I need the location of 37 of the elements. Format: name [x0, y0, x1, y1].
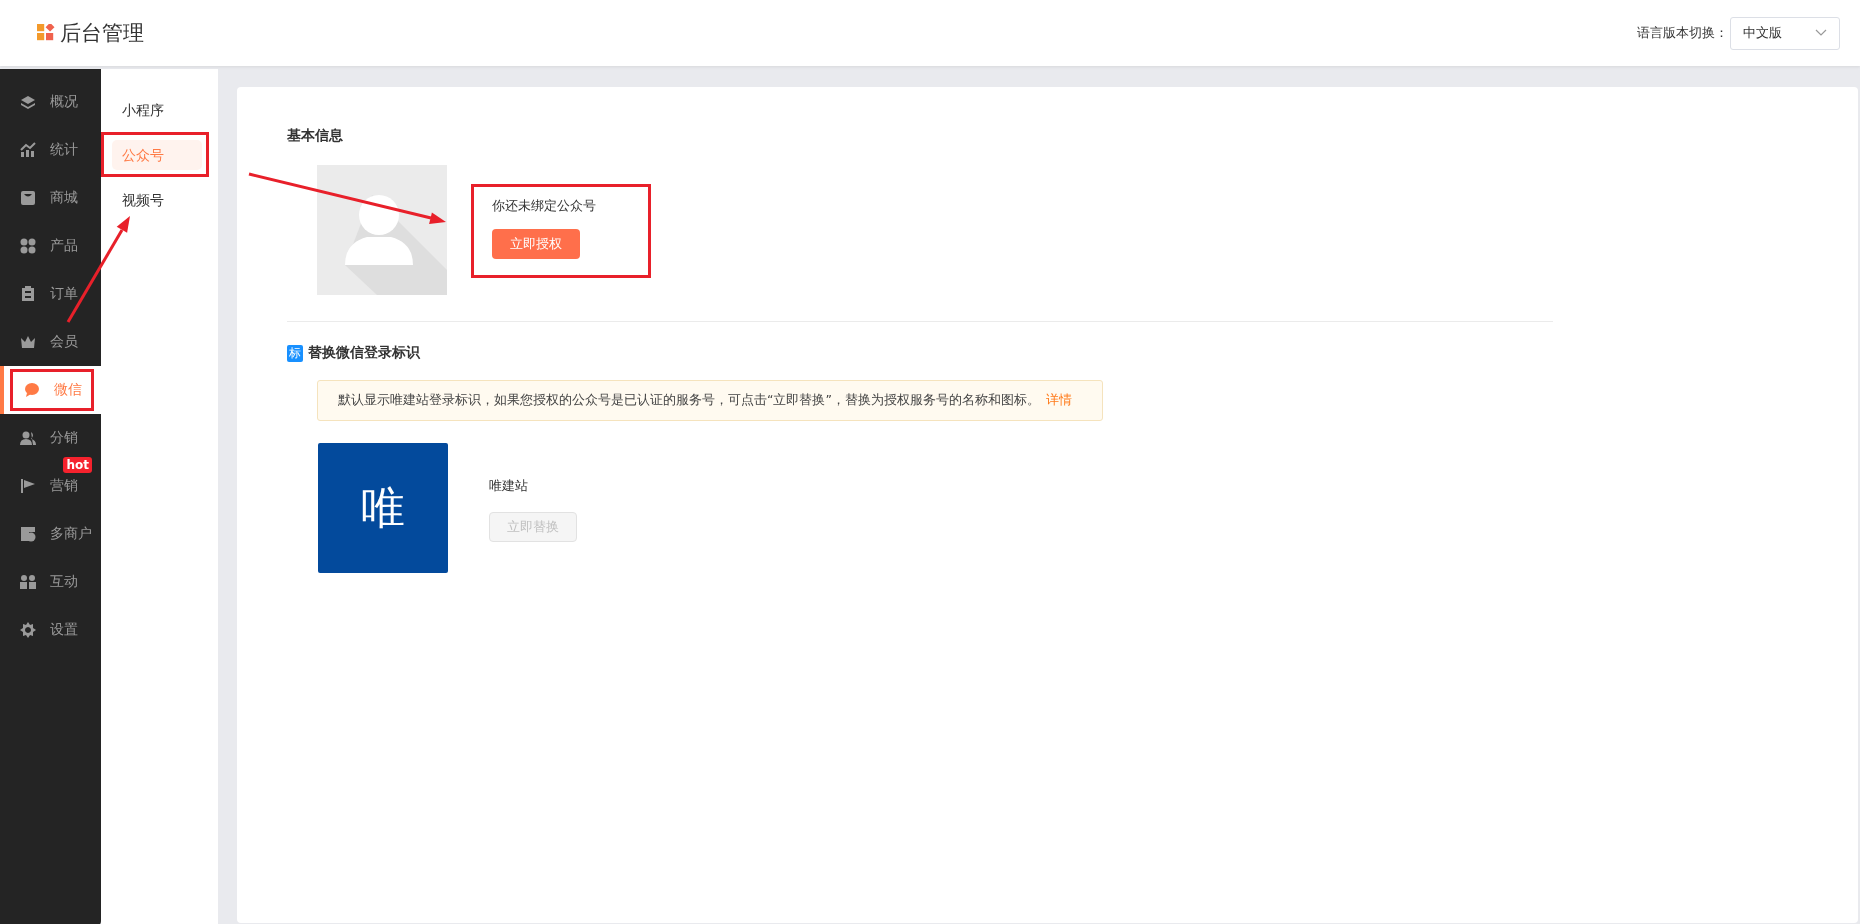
sidebar-item[interactable]: 概况	[0, 82, 101, 122]
crown-icon	[20, 334, 36, 350]
sidebar-item[interactable]: 统计	[0, 130, 101, 170]
sidebar-item[interactable]: 分销	[0, 418, 101, 458]
sidebar-item[interactable]: 会员	[0, 322, 101, 362]
sidebar-item[interactable]: 互动	[0, 562, 101, 602]
chart-icon	[20, 142, 36, 158]
sidebar-item[interactable]: 产品	[0, 226, 101, 266]
app-title: 后台管理	[60, 20, 144, 47]
subnav-item[interactable]: 视频号	[112, 184, 202, 215]
clipboard-icon	[20, 286, 36, 302]
people-icon	[20, 430, 36, 446]
sidebar-item[interactable]: 商城	[0, 178, 101, 218]
language-label: 语言版本切换：	[1637, 24, 1728, 42]
hot-badge: hot	[63, 457, 92, 473]
sidebar-item[interactable]: 多商户	[0, 514, 101, 554]
layers-icon	[20, 94, 36, 110]
brand-name: 唯建站	[489, 477, 528, 495]
notice-text: 默认显示唯建站登录标识，如果您授权的公众号是已认证的服务号，可点击“立即替换”，替换为授权服务号的名称和图标。 详情	[338, 392, 1073, 409]
grid-icon	[20, 238, 36, 254]
section-title: 基本信息	[287, 127, 344, 145]
language-select[interactable]: 中文版	[1730, 16, 1840, 50]
sidebar-item[interactable]: 设置	[0, 610, 101, 650]
brand-logo: 唯	[318, 443, 448, 573]
caret-icon	[1815, 29, 1827, 37]
flag-icon	[20, 478, 36, 494]
chat-bubble-icon	[24, 382, 40, 398]
tag-icon: 标	[287, 344, 303, 362]
settings-icon	[20, 622, 36, 638]
section-title: 替换微信登录标识	[308, 344, 420, 362]
logo-icon	[37, 24, 55, 42]
shop-icon	[20, 526, 36, 542]
people-icon	[20, 574, 36, 590]
bag-icon	[20, 190, 36, 206]
subnav-item[interactable]: 小程序	[112, 94, 202, 125]
sidebar-item[interactable]: 订单	[0, 274, 101, 314]
status-message: 你还未绑定公众号	[492, 197, 596, 215]
